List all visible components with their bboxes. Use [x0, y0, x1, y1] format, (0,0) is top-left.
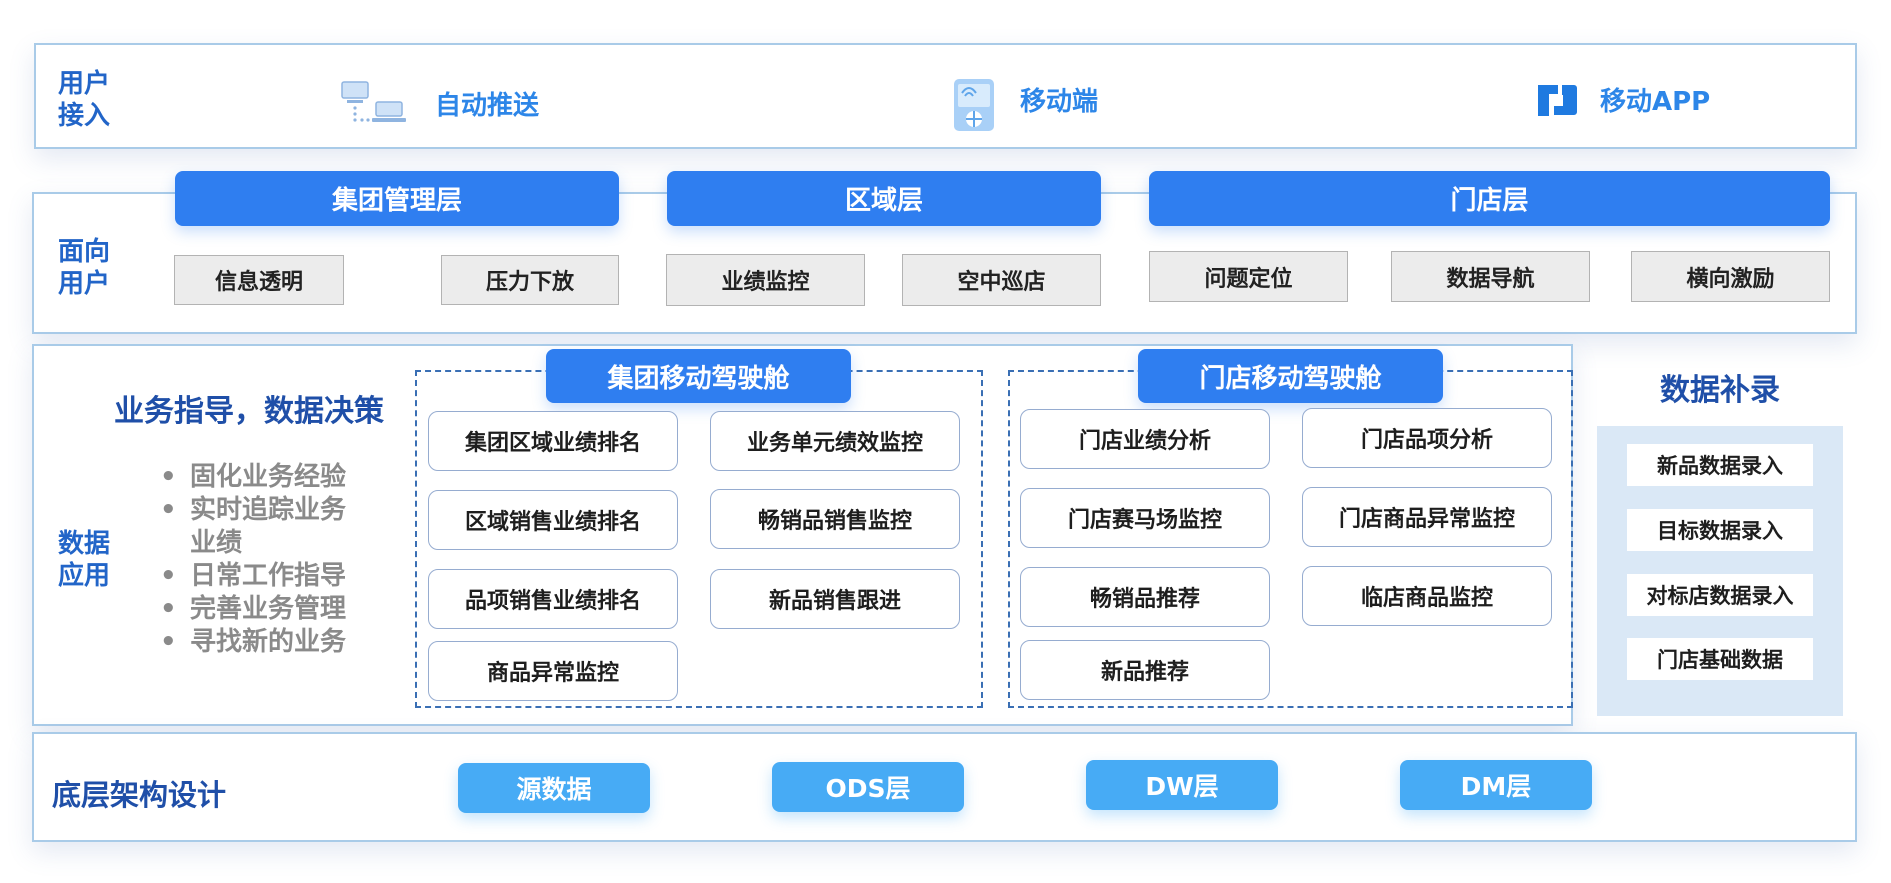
user-access-panel — [34, 43, 1857, 149]
store-base-data-box: 门店基础数据 — [1627, 638, 1813, 680]
region-layer-header: 区域层 — [667, 171, 1101, 226]
bullet-item: 实时追踪业务 业绩 — [160, 494, 400, 560]
bullet-list: 固化业务经验 实时追踪业务 业绩 日常工作指导 完善业务管理 寻找新的业务 — [160, 461, 400, 659]
group-cockpit-header: 集团移动驾驶舱 — [546, 349, 851, 403]
aerial-store-patrol-box: 空中巡店 — [902, 254, 1101, 306]
product-anomaly-box: 商品异常监控 — [428, 641, 678, 701]
performance-monitor-box: 业绩监控 — [666, 254, 865, 306]
benchmark-store-entry-box: 对标店数据录入 — [1627, 574, 1813, 616]
store-cockpit-header: 门店移动驾驶舱 — [1138, 349, 1443, 403]
source-data-button: 源数据 — [458, 763, 650, 813]
business-guidance-title: 业务指导，数据决策 — [114, 394, 384, 429]
store-racecourse-box: 门店赛马场监控 — [1020, 488, 1270, 548]
store-product-anomaly-box: 门店商品异常监控 — [1302, 487, 1552, 547]
auto-push-label: 自动推送 — [435, 91, 540, 121]
new-product-entry-box: 新品数据录入 — [1627, 444, 1813, 486]
new-product-recommend-box: 新品推荐 — [1020, 640, 1270, 700]
horizontal-incentive-box: 横向激励 — [1631, 251, 1830, 302]
mobile-end-label: 移动端 — [1020, 87, 1099, 117]
target-data-entry-box: 目标数据录入 — [1627, 509, 1813, 551]
group-region-ranking-box: 集团区域业绩排名 — [428, 411, 678, 471]
dm-layer-button: DM层 — [1400, 760, 1592, 810]
data-navigation-box: 数据导航 — [1391, 251, 1590, 302]
connector-line — [618, 192, 668, 194]
dw-layer-button: DW层 — [1086, 760, 1278, 810]
store-layer-header: 门店层 — [1149, 171, 1830, 226]
data-application-label: 数据 应用 — [58, 529, 111, 591]
bullet-item: 完善业务管理 — [160, 593, 400, 626]
item-sales-ranking-box: 品项销售业绩排名 — [428, 569, 678, 629]
nearby-store-monitor-box: 临店商品监控 — [1302, 566, 1552, 626]
pressure-delegation-box: 压力下放 — [441, 255, 619, 305]
mobile-app-label: 移动APP — [1600, 87, 1711, 117]
bullet-item: 日常工作指导 — [160, 560, 400, 593]
business-unit-kpi-box: 业务单元绩效监控 — [710, 411, 960, 471]
problem-locate-box: 问题定位 — [1149, 251, 1348, 302]
connector-line — [1100, 192, 1150, 194]
data-supplement-title: 数据补录 — [1660, 373, 1780, 408]
user-facing-label: 面向 用户 — [58, 237, 111, 299]
store-performance-box: 门店业绩分析 — [1020, 409, 1270, 469]
bestseller-recommend-box: 畅销品推荐 — [1020, 567, 1270, 627]
app-logo-icon — [1535, 82, 1579, 118]
bullet-item: 固化业务经验 — [160, 461, 400, 494]
infrastructure-label: 底层架构设计 — [52, 778, 227, 812]
info-transparency-box: 信息透明 — [174, 255, 344, 305]
mobile-device-icon — [953, 78, 995, 132]
ods-layer-button: ODS层 — [772, 762, 964, 812]
group-management-header: 集团管理层 — [175, 171, 619, 226]
new-product-follow-box: 新品销售跟进 — [710, 569, 960, 629]
store-item-analysis-box: 门店品项分析 — [1302, 408, 1552, 468]
user-access-label: 用户 接入 — [58, 69, 111, 131]
bullet-item: 寻找新的业务 — [160, 626, 400, 659]
network-computers-icon — [340, 80, 406, 126]
bestseller-monitor-box: 畅销品销售监控 — [710, 489, 960, 549]
region-sales-ranking-box: 区域销售业绩排名 — [428, 490, 678, 550]
